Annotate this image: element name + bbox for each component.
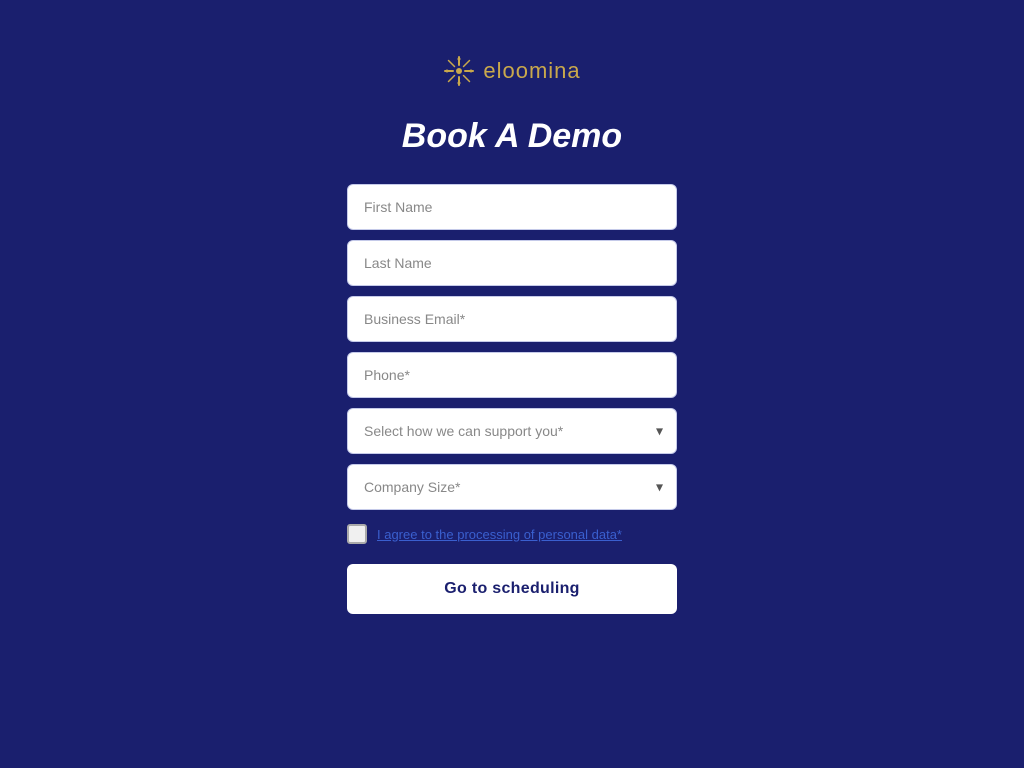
page-wrapper: eloomina Book A Demo Select how we can s… — [0, 0, 1024, 614]
submit-button[interactable]: Go to scheduling — [347, 564, 677, 614]
logo-area: eloomina — [443, 55, 580, 87]
logo-icon — [443, 55, 475, 87]
consent-label[interactable]: I agree to the processing of personal da… — [377, 527, 622, 542]
demo-form: Select how we can support you* Sales Mar… — [347, 184, 677, 614]
page-title: Book A Demo — [402, 117, 622, 156]
first-name-input[interactable] — [347, 184, 677, 230]
consent-row: I agree to the processing of personal da… — [347, 524, 677, 544]
company-size-select[interactable]: Company Size* 1-10 11-50 51-200 201-500 … — [347, 464, 677, 510]
email-input[interactable] — [347, 296, 677, 342]
support-select-wrapper: Select how we can support you* Sales Mar… — [347, 408, 677, 454]
logo-text: eloomina — [483, 58, 580, 84]
company-size-select-wrapper: Company Size* 1-10 11-50 51-200 201-500 … — [347, 464, 677, 510]
consent-checkbox[interactable] — [347, 524, 367, 544]
last-name-input[interactable] — [347, 240, 677, 286]
phone-input[interactable] — [347, 352, 677, 398]
support-select[interactable]: Select how we can support you* Sales Mar… — [347, 408, 677, 454]
